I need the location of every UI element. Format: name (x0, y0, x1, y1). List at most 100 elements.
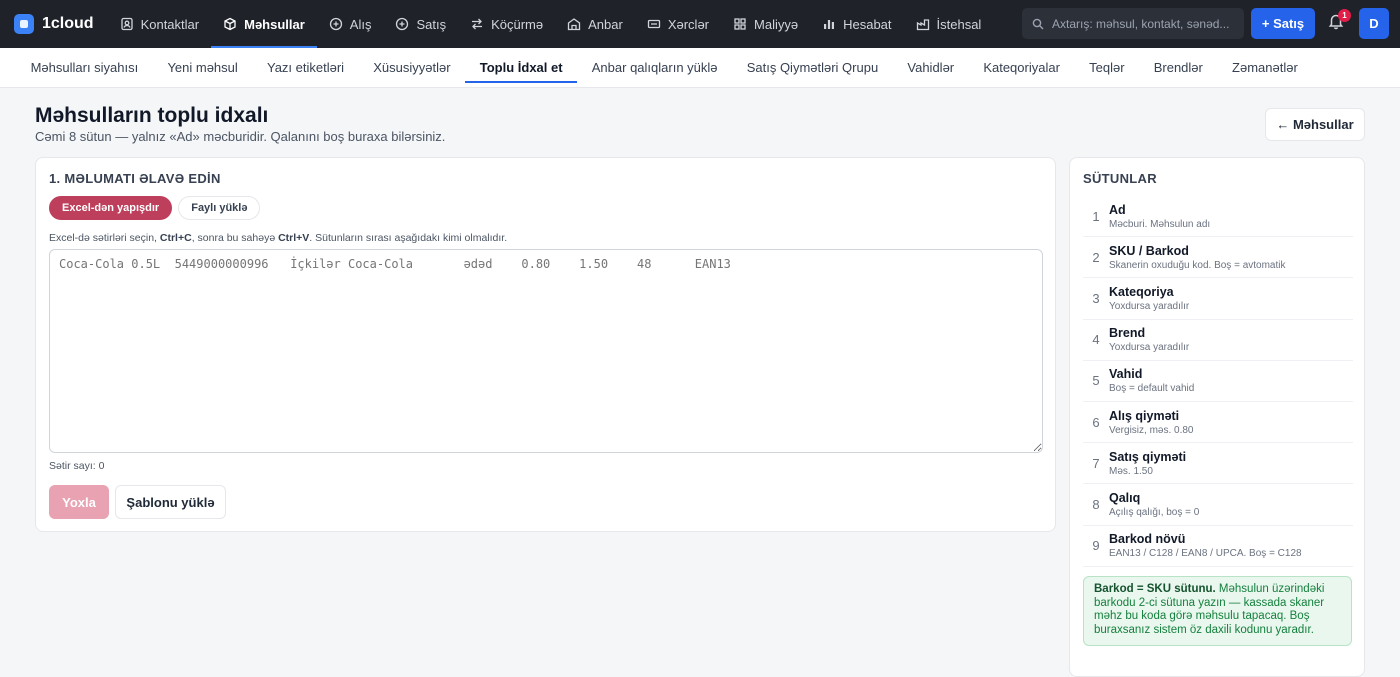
back-to-products-button[interactable]: ← Məhsullar (1265, 108, 1365, 141)
nav-label: Maliyyə (754, 16, 799, 32)
column-desc: Yoxdursa yaradılır (1109, 342, 1190, 354)
notification-count-badge: 1 (1338, 9, 1351, 22)
tab-stock-upload[interactable]: Anbar qalıqların yüklə (577, 48, 732, 87)
tab-bulk-import[interactable]: Toplu İdxal et (465, 48, 578, 87)
contacts-icon (120, 17, 133, 31)
nav-item-contacts[interactable]: Kontaktlar (108, 0, 212, 48)
nav-label: Kontaktlar (140, 16, 200, 32)
download-template-button[interactable]: Şablonu yüklə (115, 485, 226, 519)
column-name: Barkod növü (1109, 532, 1186, 547)
paste-textarea[interactable] (49, 249, 1043, 453)
tab-brands[interactable]: Brendlər (1139, 48, 1217, 87)
column-number: 7 (1092, 455, 1100, 471)
list-item: 5 Vahid Boş = default vahid (1083, 361, 1353, 402)
nav-label: Anbar (588, 16, 623, 32)
warehouse-icon (567, 18, 581, 31)
list-item: 7 Satış qiyməti Məs. 1.50 (1083, 443, 1353, 485)
grid-icon (734, 18, 746, 30)
note-bold: Barkod = SKU sütunu. (1094, 583, 1216, 595)
column-number: 3 (1092, 290, 1100, 306)
column-desc: Məcburi. Məhsulun adı (1109, 218, 1211, 230)
nav-item-warehouse[interactable]: Anbar (555, 0, 635, 48)
nav-label: Xərclər (667, 16, 710, 32)
user-avatar[interactable]: D (1359, 8, 1389, 39)
cloud-logo-icon (14, 14, 34, 34)
tab-new-product[interactable]: Yeni məhsul (153, 48, 253, 87)
transfer-icon (472, 18, 483, 30)
nav-item-production[interactable]: İstehsal (904, 0, 994, 48)
page-title: Məhsulların toplu idxalı (35, 104, 269, 127)
column-number: 2 (1092, 249, 1100, 265)
nav-item-expenses[interactable]: Xərclər (635, 0, 721, 48)
row-count: Sətir sayı: 0 (49, 460, 105, 472)
tab-categories[interactable]: Kateqoriyalar (969, 48, 1075, 87)
factory-icon (916, 19, 929, 31)
hint-shortcut-paste: Ctrl+V (278, 232, 310, 244)
column-desc: Yoxdursa yaradılır (1109, 300, 1190, 312)
column-name: Satış qiyməti (1109, 449, 1187, 464)
tab-labels[interactable]: Yazı etiketləri (252, 48, 358, 87)
nav-item-purchase[interactable]: Alış (317, 0, 384, 48)
column-number: 1 (1092, 208, 1100, 224)
column-number: 5 (1092, 373, 1100, 389)
column-number: 4 (1092, 332, 1100, 348)
paste-hint: Excel-də sətirləri seçin, Ctrl+C, sonra … (49, 232, 507, 244)
nav-item-sales[interactable]: Satış (383, 0, 458, 48)
section-title: 1. MƏLUMATI ƏLAVƏ EDİN (49, 171, 221, 186)
nav-item-products[interactable]: Məhsullar (211, 0, 317, 48)
barcode-info-note: Barkod = SKU sütunu. Məhsulun üzərindəki… (1083, 576, 1352, 646)
column-number: 8 (1092, 496, 1100, 512)
column-number: 9 (1092, 538, 1100, 554)
page-subtitle: Cəmi 8 sütun — yalnız «Ad» məcburidir. Q… (35, 129, 446, 144)
search-icon (1032, 18, 1044, 29)
nav-label: Hesabat (843, 16, 892, 32)
import-mode-tabs: Excel-dən yapışdır Faylı yüklə (49, 196, 261, 220)
tab-units[interactable]: Vahidlər (893, 48, 969, 87)
columns-title: SÜTUNLAR (1083, 171, 1157, 186)
column-name: SKU / Barkod (1109, 243, 1189, 258)
column-number: 6 (1092, 414, 1100, 430)
hint-text: , sonra bu sahəyə (191, 232, 279, 244)
column-desc: Məs. 1.50 (1109, 465, 1153, 477)
tab-product-list[interactable]: Məhsulları siyahısı (16, 48, 153, 87)
nav-label: Məhsullar (244, 16, 305, 32)
column-name: Vahid (1109, 367, 1143, 382)
columns-card: SÜTUNLAR 1 Ad Məcburi. Məhsulun adı 2 SKU… (1069, 157, 1365, 677)
column-desc: EAN13 / C128 / EAN8 / UPCA. Boş = C128 (1109, 548, 1302, 560)
nav-label: Alış (349, 16, 372, 32)
columns-list: 1 Ad Məcburi. Məhsulun adı 2 SKU / Barkod… (1083, 196, 1353, 567)
global-search[interactable] (1022, 8, 1244, 39)
nav-label: Köçürmə (491, 16, 544, 32)
nav-item-transfer[interactable]: Köçürmə (458, 0, 555, 48)
list-item: 8 Qalıq Açılış qalığı, boş = 0 (1083, 484, 1353, 526)
list-item: 9 Barkod növü EAN13 / C128 / EAN8 / UPCA.… (1083, 526, 1353, 567)
hint-shortcut-copy: Ctrl+C (159, 232, 192, 244)
tab-attributes[interactable]: Xüsusiyyətlər (359, 48, 466, 87)
list-item: 6 Alış qiyməti Vergisiz, məs. 0.80 (1083, 402, 1353, 444)
nav-item-finance[interactable]: Maliyyə (721, 0, 810, 48)
top-bar: 1cloud Kontaktlar Məhsullar Alış Satış K… (0, 0, 1400, 48)
nav-label: Satış (416, 16, 447, 32)
import-data-card: 1. MƏLUMATI ƏLAVƏ EDİN Excel-dən yapışdı… (35, 157, 1056, 532)
tab-tags[interactable]: Teqlər (1075, 48, 1140, 87)
tab-price-groups[interactable]: Satış Qiymətləri Qrupu (732, 48, 893, 87)
list-item: 3 Kateqoriya Yoxdursa yaradılır (1083, 278, 1353, 320)
tab-warranties[interactable]: Zəmanətlər (1217, 48, 1312, 87)
column-name: Kateqoriya (1109, 284, 1174, 299)
page-header: Məhsulların toplu idxalı Cəmi 8 sütun — … (0, 88, 1400, 157)
new-sale-button[interactable]: + Satış (1251, 8, 1315, 39)
tab-upload-file[interactable]: Faylı yüklə (178, 196, 261, 220)
expense-icon (647, 19, 660, 29)
nav-item-reports[interactable]: Hesabat (810, 0, 903, 48)
notifications-button[interactable]: 1 (1327, 9, 1351, 34)
search-input[interactable] (1052, 16, 1234, 31)
column-name: Alış qiyməti (1109, 408, 1180, 423)
column-name: Brend (1109, 326, 1146, 341)
tab-paste-from-excel[interactable]: Excel-dən yapışdır (49, 196, 173, 220)
brand[interactable]: 1cloud (14, 14, 94, 34)
hint-text: . Sütunların sırası aşağıdakı kimi olmal… (309, 232, 508, 244)
column-desc: Açılış qalığı, boş = 0 (1109, 506, 1200, 518)
plus-circle-icon (396, 17, 409, 31)
validate-button[interactable]: Yoxla (49, 485, 109, 519)
products-subnav: Məhsulları siyahısı Yeni məhsul Yazı eti… (0, 48, 1400, 88)
